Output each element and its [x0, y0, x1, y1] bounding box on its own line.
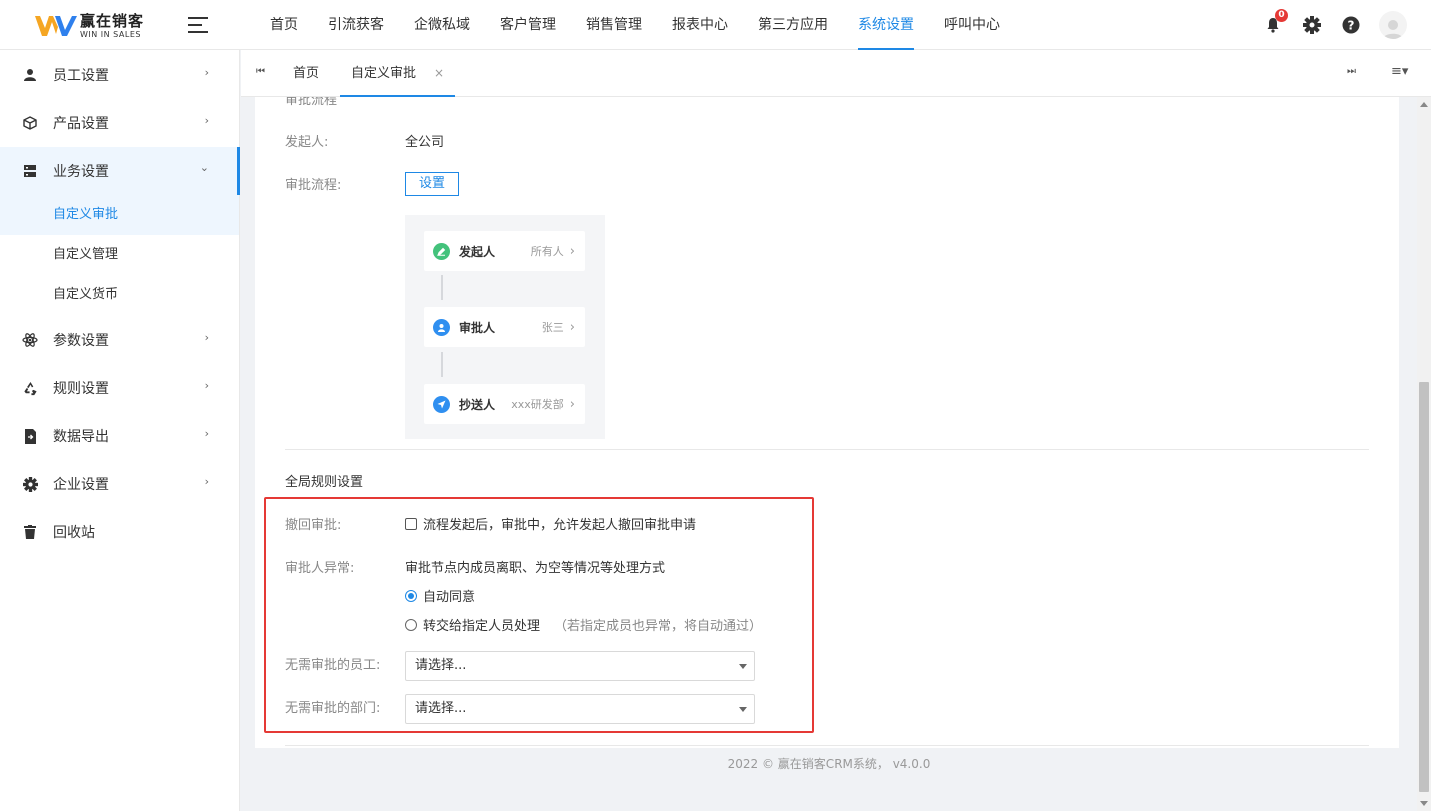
close-icon[interactable]: ×: [434, 66, 444, 80]
chevron-right-icon: ›: [569, 396, 575, 412]
footer-copyright: 2022 © 赢在销客CRM系统， v4.0.0: [727, 757, 931, 771]
nav-third-party[interactable]: 第三方应用: [743, 0, 843, 50]
flow-node-name: 审批人: [459, 320, 496, 335]
tab-scroll-first-icon[interactable]: ⏮: [256, 66, 265, 77]
divider: [285, 745, 1369, 746]
chevron-right-icon: ›: [204, 427, 209, 440]
trash-icon: [22, 524, 38, 540]
logo-title: 赢在销客: [80, 11, 145, 30]
sidebar-item-business[interactable]: 业务设置 ⌄: [0, 147, 240, 195]
gear-icon[interactable]: [1302, 15, 1322, 35]
divider: [285, 449, 1369, 450]
flow-node-value: 张三: [541, 321, 564, 334]
logo[interactable]: 赢在销客 WIN IN SALES: [34, 12, 144, 40]
scroll-thumb[interactable]: [1419, 382, 1429, 792]
sidebar-item-label: 企业设置: [53, 477, 109, 493]
user-avatar[interactable]: [1379, 11, 1407, 39]
tab-home[interactable]: 首页: [293, 50, 319, 97]
page-scrollbar[interactable]: [1417, 97, 1431, 811]
nav-reports[interactable]: 报表中心: [657, 0, 743, 50]
flow-node-value: 所有人: [530, 245, 564, 258]
nav-sales[interactable]: 销售管理: [571, 0, 657, 50]
sidebar-item-rules[interactable]: 规则设置 ›: [0, 364, 239, 412]
chevron-right-icon: ›: [204, 331, 209, 344]
chevron-right-icon: ›: [204, 114, 209, 127]
nav-lead-gen[interactable]: 引流获客: [313, 0, 399, 50]
sidebar-item-params[interactable]: 参数设置 ›: [0, 316, 239, 364]
initiator-label: 发起人:: [285, 135, 329, 150]
sidebar-item-label: 规则设置: [53, 381, 109, 397]
scroll-down-icon[interactable]: [1420, 801, 1428, 806]
initiator-value: 全公司: [405, 135, 445, 150]
top-nav: 首页 引流获客 企微私域 客户管理 销售管理 报表中心 第三方应用 系统设置 呼…: [255, 0, 1015, 50]
flow-node-initiator[interactable]: 发起人 所有人 ›: [424, 231, 585, 271]
sidebar-item-label: 员工设置: [53, 68, 109, 84]
file-export-icon: [22, 428, 38, 444]
nav-system-settings[interactable]: 系统设置: [843, 0, 929, 50]
logo-icon: [34, 13, 78, 39]
user-icon: [433, 318, 450, 336]
sidebar-item-recycle-bin[interactable]: 回收站: [0, 508, 239, 556]
flow-connector: [441, 275, 443, 300]
edit-icon: [433, 242, 450, 260]
nav-customers[interactable]: 客户管理: [485, 0, 571, 50]
chevron-right-icon: ›: [569, 243, 575, 259]
scroll-up-icon[interactable]: [1420, 102, 1428, 107]
dark-mode-icon[interactable]: [1224, 15, 1244, 35]
chevron-right-icon: ›: [204, 379, 209, 392]
flow-label: 审批流程:: [285, 178, 342, 193]
sidebar-subitem-custom-manage[interactable]: 自定义管理: [0, 235, 239, 275]
menu-toggle-icon[interactable]: [188, 17, 208, 33]
sidebar-item-label: 参数设置: [53, 333, 109, 349]
chevron-right-icon: ›: [204, 475, 209, 488]
sidebar-item-staff[interactable]: 员工设置 ›: [0, 51, 239, 99]
svg-text:?: ?: [1348, 19, 1355, 33]
recycle-icon: [22, 380, 38, 396]
chevron-right-icon: ›: [204, 66, 209, 79]
global-rules-title: 全局规则设置: [285, 475, 364, 490]
help-icon[interactable]: ?: [1341, 15, 1361, 35]
flow-node-name: 发起人: [459, 244, 496, 259]
flow-node-cc[interactable]: 抄送人 xxx研发部 ›: [424, 384, 585, 424]
logo-subtitle: WIN IN SALES: [80, 29, 141, 39]
section-title-flow: 审批流程: [285, 97, 338, 108]
tab-menu-icon[interactable]: ≡▾: [1391, 64, 1408, 79]
sidebar: 员工设置 › 产品设置 › 业务设置 ⌄ 自定义审批 自定义管理 自定义货币 参…: [0, 50, 240, 811]
sidebar-item-label: 数据导出: [53, 429, 109, 445]
user-icon: [22, 67, 38, 83]
flow-node-name: 抄送人: [459, 397, 496, 412]
sidebar-item-export[interactable]: 数据导出 ›: [0, 412, 239, 460]
sidebar-item-label: 业务设置: [53, 164, 109, 180]
chevron-right-icon: ›: [569, 319, 575, 335]
sidebar-item-enterprise[interactable]: 企业设置 ›: [0, 460, 239, 508]
flow-preview: 发起人 所有人 › 审批人 张三 › 抄送人 xxx研发部 ›: [405, 215, 605, 439]
cube-icon: [22, 115, 38, 131]
tab-label: 自定义审批: [351, 66, 417, 81]
bell-icon[interactable]: 0: [1263, 9, 1288, 35]
sidebar-subitem-custom-currency[interactable]: 自定义货币: [0, 275, 239, 315]
nav-call-center[interactable]: 呼叫中心: [929, 0, 1015, 50]
tabs-bar: ⏮ 首页 自定义审批 × ⏭ ≡▾: [241, 50, 1431, 97]
sidebar-item-label: 回收站: [53, 525, 95, 541]
sidebar-subitem-custom-approval[interactable]: 自定义审批: [0, 195, 239, 235]
nav-home[interactable]: 首页: [255, 0, 313, 50]
tab-scroll-last-icon[interactable]: ⏭: [1347, 66, 1356, 77]
chevron-down-icon: ⌄: [199, 161, 209, 174]
flow-settings-button[interactable]: 设置: [405, 172, 459, 196]
gear-icon: [22, 476, 38, 492]
notification-badge: 0: [1275, 9, 1288, 22]
tab-label: 首页: [293, 66, 320, 81]
flow-node-approver[interactable]: 审批人 张三 ›: [424, 307, 585, 347]
highlight-box: [264, 497, 814, 733]
tab-custom-approval[interactable]: 自定义审批 ×: [340, 50, 456, 97]
nav-wecom[interactable]: 企微私域: [399, 0, 485, 50]
server-icon: [22, 163, 38, 179]
atom-icon: [22, 332, 38, 348]
send-icon: [433, 395, 450, 413]
flow-node-value: xxx研发部: [511, 398, 564, 411]
sidebar-item-products[interactable]: 产品设置 ›: [0, 99, 239, 147]
top-header: 赢在销客 WIN IN SALES 首页 引流获客 企微私域 客户管理 销售管理…: [0, 0, 1431, 50]
flow-connector: [441, 352, 443, 377]
sidebar-item-label: 产品设置: [53, 116, 109, 132]
